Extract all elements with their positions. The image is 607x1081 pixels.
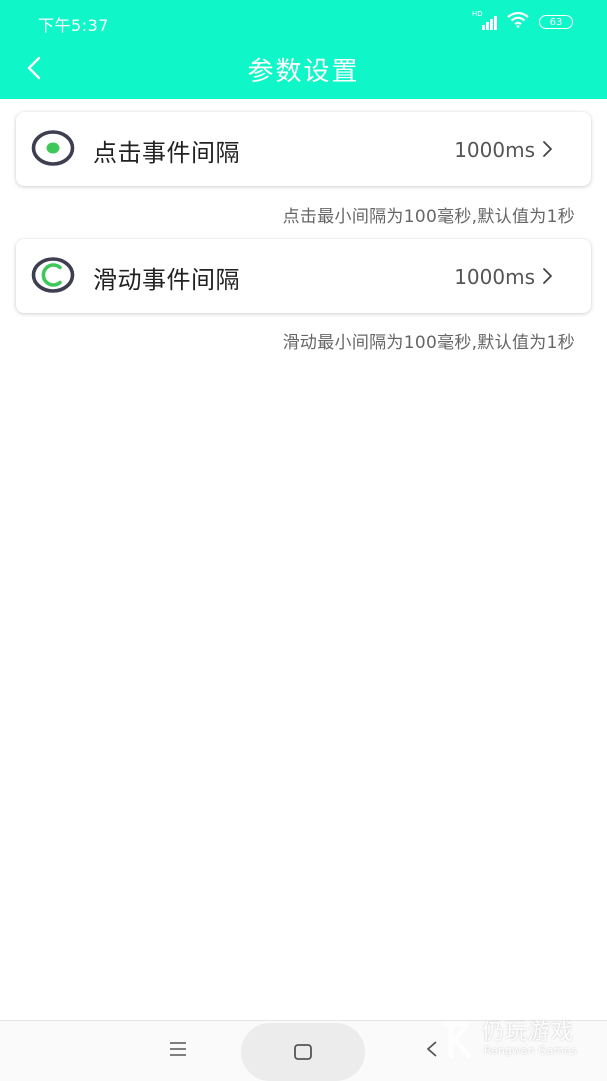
watermark: 仍玩游戏 Rengwan Games — [429, 1014, 589, 1064]
wifi-icon — [507, 11, 529, 32]
setting-label: 点击事件间隔 — [93, 139, 240, 167]
page-title: 参数设置 — [247, 57, 360, 87]
status-time: 下午5:37 — [38, 16, 109, 35]
home-button[interactable] — [241, 1023, 365, 1081]
swipe-interval-setting[interactable]: 滑动事件间隔 1000ms — [16, 239, 591, 313]
battery-level: 63 — [549, 16, 563, 28]
chevron-right-icon — [541, 265, 555, 287]
menu-icon — [168, 1041, 188, 1061]
setting-value: 1000ms — [454, 265, 535, 289]
menu-button[interactable] — [158, 1031, 198, 1071]
tap-dot-icon — [31, 129, 75, 167]
signal-icon: HD — [472, 10, 497, 30]
home-square-icon — [293, 1043, 313, 1065]
battery-icon: 63 — [539, 15, 573, 29]
watermark-title: 仍玩游戏 — [482, 1020, 575, 1045]
title-bar: 参数设置 — [0, 44, 607, 99]
network-type-label: HD — [472, 10, 483, 18]
watermark-logo-icon — [441, 1020, 479, 1064]
swipe-arc-icon — [31, 256, 75, 294]
app-header: 下午5:37 HD 63 参数设置 — [0, 0, 607, 99]
setting-value: 1000ms — [454, 138, 535, 162]
status-bar: 下午5:37 HD 63 — [0, 0, 607, 44]
setting-label: 滑动事件间隔 — [93, 266, 240, 294]
setting-hint: 滑动最小间隔为100毫秒,默认值为1秒 — [282, 333, 575, 353]
status-icons: HD 63 — [472, 10, 573, 34]
setting-hint: 点击最小间隔为100毫秒,默认值为1秒 — [282, 207, 575, 227]
click-interval-setting[interactable]: 点击事件间隔 1000ms — [16, 112, 591, 186]
chevron-right-icon — [541, 138, 555, 160]
watermark-subtitle: Rengwan Games — [484, 1044, 577, 1057]
